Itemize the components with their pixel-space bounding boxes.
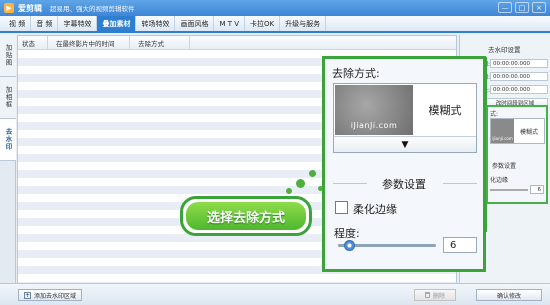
mini-degree-slider[interactable] xyxy=(490,189,528,191)
blur-preview-image: iJianJi.com xyxy=(335,85,413,135)
end-time-field[interactable]: 00:00:00.000 xyxy=(490,72,548,81)
tab-karaoke[interactable]: 卡拉OK xyxy=(245,16,281,31)
method-highlight-box: 式: iJianJi.com 模糊式 参数设置 化边缘 6 xyxy=(486,105,548,204)
soften-edge-label: 柔化边缘 xyxy=(353,203,397,216)
mini-method-label: 式: xyxy=(490,111,499,118)
duration-row: 长: 00:00:00.000 xyxy=(482,85,548,94)
tab-mtv[interactable]: M T V xyxy=(214,16,246,31)
side-tab-add-sticker[interactable]: 加贴图 xyxy=(0,35,16,77)
start-time-row: 间: 00:00:00.000 xyxy=(482,59,548,68)
duration-field[interactable]: 00:00:00.000 xyxy=(490,85,548,94)
bottom-toolbar: + 添加去水印区域 删除 确认修改 xyxy=(0,283,550,305)
delete-button[interactable]: 删除 xyxy=(414,289,456,301)
app-name: 爱剪辑 xyxy=(18,3,42,13)
plus-icon: + xyxy=(24,291,31,299)
mini-soften-label: 化边缘 xyxy=(490,177,509,184)
maximize-button[interactable]: □ xyxy=(515,2,529,13)
params-title: 参数设置 xyxy=(382,178,426,191)
preview-watermark-text: iJianJi.com xyxy=(350,121,398,130)
window-controls: — □ × xyxy=(498,2,546,13)
callout-bubble: 选择去除方式 xyxy=(180,196,312,236)
app-slogan: 超易用、强大的视频剪辑软件 xyxy=(50,5,135,13)
mini-method-dropdown[interactable]: iJianJi.com 模糊式 xyxy=(490,118,545,144)
mini-mode-text: 模糊式 xyxy=(519,128,538,136)
add-watermark-area-label: 添加去水印区域 xyxy=(34,292,77,300)
zoomed-method-panel: 去除方式: iJianJi.com 模糊式 ▼ 参数设置 柔化边缘 程度: 6 xyxy=(322,56,486,272)
tab-upgrade-service[interactable]: 升级与服务 xyxy=(280,16,327,31)
method-selected-text: 模糊式 xyxy=(428,104,462,117)
column-header-method[interactable]: 去除方式 xyxy=(130,36,190,49)
delete-label: 删除 xyxy=(432,292,445,300)
method-label: 去除方式: xyxy=(332,67,380,80)
app-window: ▶ 爱剪辑 超易用、强大的视频剪辑软件 — □ × 视 频 音 频 字幕特效 叠… xyxy=(0,0,550,305)
close-button[interactable]: × xyxy=(532,2,546,13)
dropdown-arrow-icon[interactable]: ▼ xyxy=(334,136,476,152)
minimize-button[interactable]: — xyxy=(498,2,512,13)
confirm-modify-button[interactable]: 确认修改 xyxy=(476,289,542,301)
settings-title: 去水印设置 xyxy=(488,46,521,54)
tab-picture-style[interactable]: 画面风格 xyxy=(175,16,215,31)
degree-value-field[interactable]: 6 xyxy=(443,237,477,253)
tab-audio[interactable]: 音 频 xyxy=(31,16,59,31)
add-watermark-area-button[interactable]: + 添加去水印区域 xyxy=(18,289,83,301)
end-time-row: 间: 00:00:00.000 xyxy=(482,72,548,81)
tab-subtitle-effects[interactable]: 字幕特效 xyxy=(58,16,98,31)
side-tabs: 加贴图 加相框 去水印 xyxy=(0,35,16,285)
degree-label: 程度: xyxy=(334,227,360,240)
title-bar: ▶ 爱剪辑 超易用、强大的视频剪辑软件 — □ × xyxy=(0,0,550,16)
mini-degree-value[interactable]: 6 xyxy=(530,185,544,194)
start-time-field[interactable]: 00:00:00.000 xyxy=(490,59,548,68)
side-tab-remove-watermark[interactable]: 去水印 xyxy=(0,119,16,161)
app-logo-icon: ▶ xyxy=(4,3,14,13)
mini-params-title: 参数设置 xyxy=(492,163,517,170)
callout-text: 选择去除方式 xyxy=(186,202,306,230)
tab-transitions[interactable]: 转场特效 xyxy=(136,16,176,31)
tab-overlay-material[interactable]: 叠加素材 xyxy=(97,16,137,31)
mini-blur-preview: iJianJi.com xyxy=(491,119,514,143)
decor-dot xyxy=(309,170,316,177)
degree-slider-thumb[interactable] xyxy=(344,240,356,251)
column-header-status[interactable]: 状态 xyxy=(18,36,48,49)
decor-dot xyxy=(296,179,305,188)
main-menu: 视 频 音 频 字幕特效 叠加素材 转场特效 画面风格 M T V 卡拉OK 升… xyxy=(0,16,550,33)
column-header-time[interactable]: 在最终影片中的时间 xyxy=(48,36,130,49)
soften-edge-checkbox[interactable] xyxy=(335,201,348,214)
tab-video[interactable]: 视 频 xyxy=(4,16,32,31)
list-header: 状态 在最终影片中的时间 去除方式 xyxy=(18,36,456,50)
method-dropdown[interactable]: iJianJi.com 模糊式 ▼ xyxy=(333,83,477,153)
trash-icon xyxy=(424,292,430,298)
decor-dot xyxy=(318,186,323,191)
decor-dot xyxy=(286,188,292,194)
side-tab-add-frame[interactable]: 加相框 xyxy=(0,77,16,119)
